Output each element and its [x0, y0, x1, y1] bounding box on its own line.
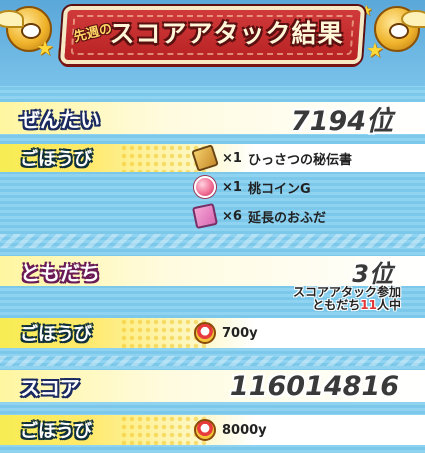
money-bag-icon [194, 322, 216, 344]
reward-amount: 8000y [222, 422, 267, 438]
reward-count: ×6 [222, 208, 242, 224]
divider [0, 234, 425, 248]
friends-note: スコアアタック参加 ともだち11人中 [293, 286, 401, 312]
reward-name: 延長のおふだ [247, 210, 326, 226]
ticket-icon [191, 202, 219, 230]
right-wing-icon [401, 10, 425, 28]
left-wing-icon [0, 10, 24, 28]
reward-item: ×6 延長のおふだ [191, 202, 326, 230]
friends-rank: 3位 [352, 259, 393, 288]
reward-count: ×1 [222, 179, 242, 195]
reward-item: ×1 ひっさつの秘伝書 [191, 144, 352, 172]
score-value: 116014816 [229, 370, 399, 402]
overall-rank-row: ぜんたい 7194位 [0, 102, 425, 137]
reward-label: ごほうび [20, 324, 92, 345]
page-title: スコアアタック結果 [109, 19, 344, 48]
star-icon: ★ [366, 38, 384, 62]
reward-amount: 700y [222, 325, 258, 341]
peach-coin-icon [194, 176, 216, 198]
overall-rank: 7194位 [290, 105, 393, 137]
reward-label: ごほうび [20, 149, 92, 170]
reward-count: ×1 [222, 150, 242, 166]
friend-count: 11 [360, 298, 377, 312]
star-icon: ★ [36, 36, 54, 60]
friends-rank-row: ともだち 3位 [0, 256, 425, 288]
overall-label: ぜんたい [20, 107, 100, 132]
reward-item: ×1 桃コインG [194, 174, 311, 200]
divider [0, 356, 425, 366]
score-label: スコア [20, 375, 80, 400]
friends-note-line2: ともだち11人中 [312, 298, 401, 312]
scroll-icon [191, 144, 219, 172]
friends-label: ともだち [20, 260, 100, 285]
reward-item: 8000y [194, 417, 267, 443]
reward-name: ひっさつの秘伝書 [247, 152, 352, 168]
reward-item: 700y [194, 320, 258, 346]
reward-label: ごほうび [20, 421, 92, 442]
score-row: スコア 116014816 [0, 370, 425, 402]
money-bag-icon [194, 419, 216, 441]
reward-name: 桃コインG [247, 181, 311, 197]
